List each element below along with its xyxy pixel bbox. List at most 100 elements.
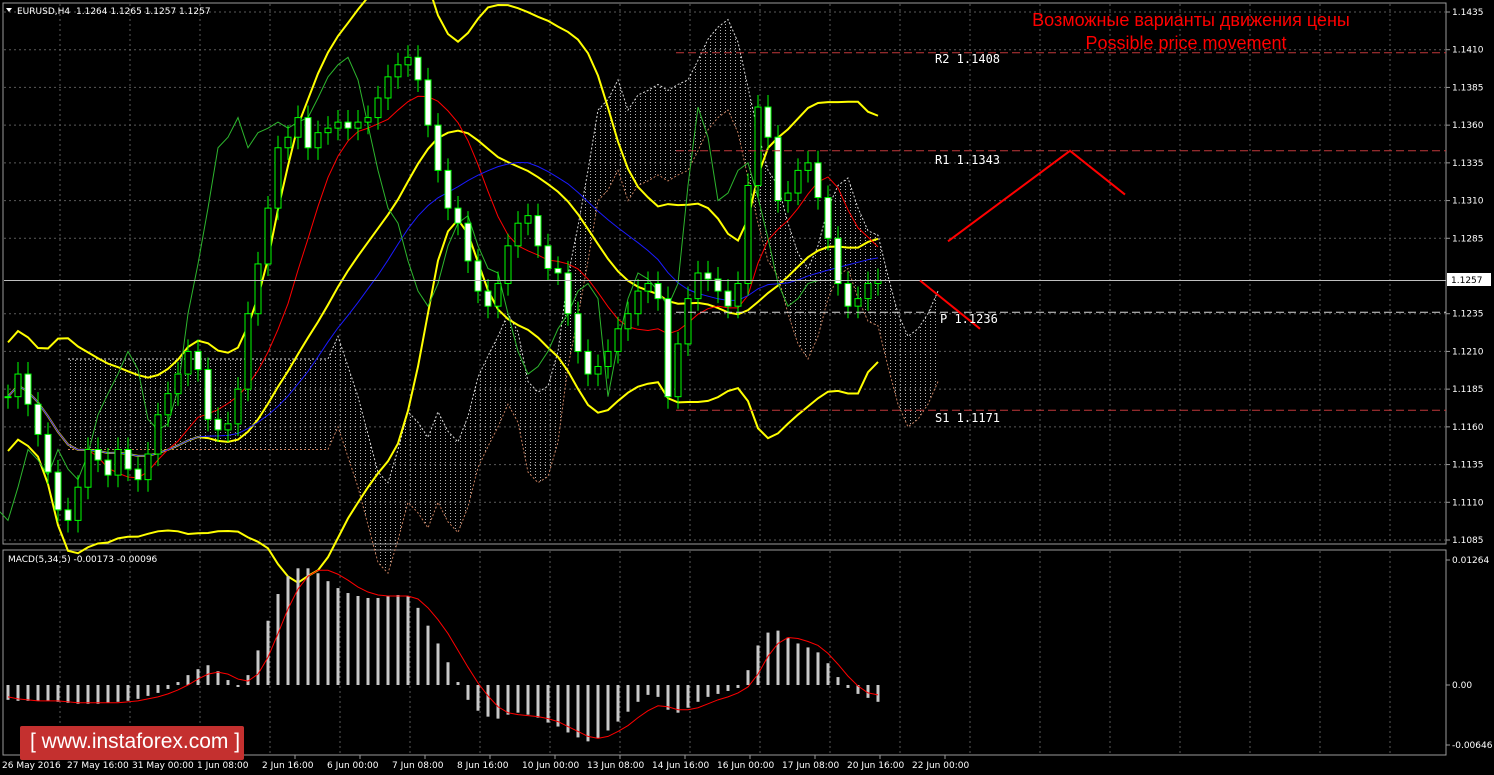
x-tick-label: 8 Jun 16:00	[457, 761, 509, 771]
candle-body	[504, 245, 512, 285]
candle-body	[324, 127, 332, 134]
macd-bar	[706, 685, 710, 697]
macd-tick-label: 0.01264	[1452, 556, 1489, 566]
candle-body	[154, 414, 162, 455]
x-tick-label: 16 Jun 00:00	[717, 761, 774, 771]
candle-body	[594, 366, 602, 375]
candle-body	[854, 298, 862, 307]
candle-body	[524, 215, 532, 224]
x-tick-label: 31 May 00:00	[132, 761, 194, 771]
candle-body	[404, 56, 412, 66]
candle-body	[264, 207, 272, 265]
macd-bar	[386, 595, 390, 685]
y-tick-label: 1.1160	[1452, 423, 1484, 433]
macd-bar	[696, 685, 700, 702]
macd-bar	[626, 685, 630, 712]
macd-bar	[66, 685, 70, 703]
candle-body	[424, 79, 432, 126]
x-tick-label: 20 Jun 16:00	[847, 761, 904, 771]
candle-body	[784, 192, 792, 202]
annotation-line1: Возможные варианты движения цены	[1032, 10, 1350, 30]
candle-body	[344, 121, 352, 129]
macd-bar	[216, 671, 220, 685]
macd-bar	[666, 685, 670, 710]
macd-bar	[646, 685, 650, 695]
macd-bar	[56, 685, 60, 702]
ohlc-readout: 1.1264 1.1265 1.1257 1.1257	[76, 7, 211, 17]
level-label-s1: S1 1.1171	[935, 411, 1000, 425]
macd-bar	[196, 669, 200, 685]
candle-body	[444, 169, 452, 209]
macd-bar	[686, 685, 690, 708]
macd-bar	[96, 685, 100, 704]
macd-bar	[236, 685, 240, 687]
candle-body	[464, 222, 472, 262]
candle-body	[414, 56, 422, 81]
macd-bar	[506, 685, 510, 715]
macd-bar	[346, 593, 350, 685]
macd-bar	[376, 597, 380, 685]
candle-body	[774, 136, 782, 202]
macd-bar	[496, 685, 500, 719]
candle-body	[144, 453, 152, 481]
level-label-r1: R1 1.1343	[935, 153, 1000, 167]
candle-body	[364, 117, 372, 123]
macd-bar	[796, 643, 800, 685]
candle-body	[604, 350, 612, 368]
candle-body	[94, 448, 102, 461]
candle-body	[334, 121, 342, 129]
macd-bar	[136, 685, 140, 699]
macd-bar	[6, 685, 10, 700]
candle-body	[544, 245, 552, 269]
candle-body	[44, 433, 52, 473]
candle-body	[314, 132, 322, 149]
y-tick-label: 1.1210	[1452, 347, 1484, 357]
candle-body	[564, 272, 572, 315]
macd-bar	[276, 594, 280, 685]
macd-bar	[566, 685, 570, 733]
candle-body	[804, 162, 812, 171]
macd-bar	[416, 607, 420, 685]
dropdown-arrow-icon[interactable]	[6, 8, 12, 12]
macd-bar	[26, 685, 30, 701]
candle-body	[184, 350, 192, 375]
candle-body	[134, 468, 142, 481]
x-tick-label: 10 Jun 00:00	[522, 761, 579, 771]
macd-tick-label: 0.00	[1452, 681, 1472, 691]
x-tick-label: 7 Jun 08:00	[392, 761, 444, 771]
macd-bar	[576, 685, 580, 738]
macd-bar	[426, 625, 430, 685]
x-tick-label: 2 Jun 16:00	[262, 761, 314, 771]
candle-body	[824, 197, 832, 239]
x-tick-label: 1 Jun 08:00	[197, 761, 249, 771]
candle-body	[4, 396, 12, 399]
y-tick-label: 1.1235	[1452, 310, 1484, 320]
y-tick-label: 1.1385	[1452, 83, 1484, 93]
candle-body	[394, 64, 402, 78]
macd-bar	[616, 685, 620, 722]
macd-bar	[86, 685, 90, 704]
macd-bar	[106, 685, 110, 703]
candle-body	[124, 448, 132, 470]
candle-body	[844, 283, 852, 307]
level-label-p: P 1.1236	[940, 312, 998, 326]
macd-bar	[596, 685, 600, 739]
instaforex-logo[interactable]: [ www.instaforex.com ]	[20, 726, 244, 760]
macd-bar	[536, 685, 540, 718]
candle-body	[244, 313, 252, 390]
candle-body	[54, 471, 62, 511]
macd-bar	[456, 682, 460, 685]
macd-bar	[556, 685, 560, 727]
macd-bar	[296, 568, 300, 685]
candle-body	[754, 106, 762, 186]
y-tick-label: 1.1410	[1452, 46, 1484, 56]
macd-bar	[336, 588, 340, 685]
x-tick-label: 14 Jun 16:00	[652, 761, 709, 771]
candle-body	[164, 393, 172, 416]
macd-bar	[36, 685, 40, 701]
candle-body	[814, 162, 822, 199]
candle-body	[764, 106, 772, 138]
candle-body	[684, 298, 692, 345]
candle-body	[174, 373, 182, 395]
y-tick-label: 1.1285	[1452, 234, 1484, 244]
